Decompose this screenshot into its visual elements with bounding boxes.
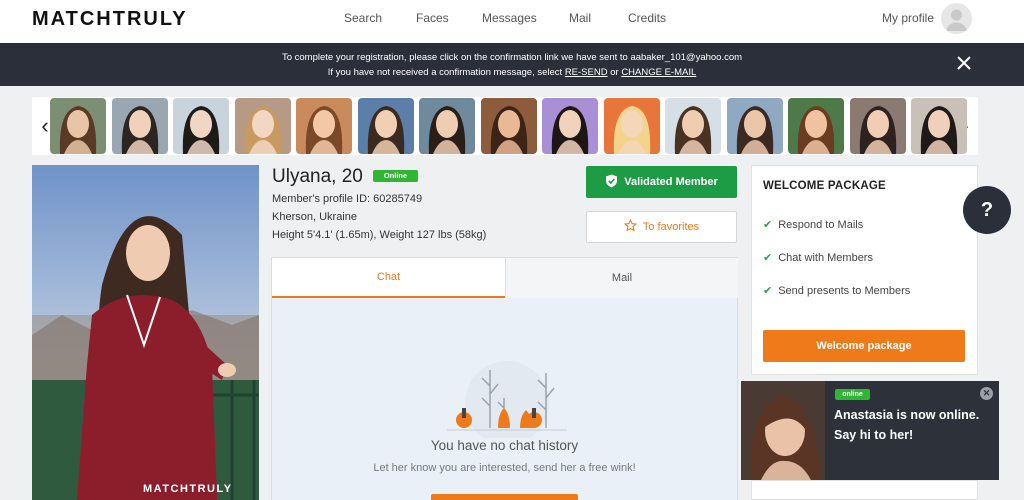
carousel-thumb[interactable] bbox=[480, 98, 537, 154]
carousel-thumb[interactable] bbox=[603, 98, 660, 154]
welcome-item: ✔ Respond to Mails bbox=[763, 218, 864, 232]
change-email-link[interactable]: CHANGE E-MAIL bbox=[621, 67, 696, 78]
welcome-item-label: Send presents to Members bbox=[778, 284, 911, 297]
empty-chat-illustration bbox=[447, 361, 567, 438]
carousel-thumb[interactable] bbox=[296, 98, 352, 154]
check-icon: ✔ bbox=[763, 252, 773, 264]
check-icon: ✔ bbox=[763, 285, 773, 297]
star-icon bbox=[623, 218, 638, 235]
tab-chat[interactable]: Chat bbox=[272, 258, 505, 298]
profile-id: Member's profile ID: 60285749 bbox=[272, 193, 423, 205]
empty-chat-subtitle: Let her know you are interested, send he… bbox=[373, 462, 636, 474]
carousel-thumb[interactable] bbox=[788, 98, 844, 154]
secondary-card bbox=[751, 480, 978, 500]
carousel-thumb[interactable] bbox=[726, 98, 783, 154]
profile-photo[interactable] bbox=[32, 165, 259, 500]
banner-line-1: To complete your registration, please cl… bbox=[281, 52, 743, 63]
conversation-tabs: Chat Mail bbox=[271, 257, 738, 298]
banner-line-2: If you have not received a confirmation … bbox=[0, 67, 1024, 78]
welcome-package-button[interactable]: Welcome package bbox=[763, 330, 965, 362]
user-avatar-icon[interactable] bbox=[941, 3, 972, 34]
resend-link[interactable]: RE-SEND bbox=[565, 67, 608, 78]
online-status-badge: Online bbox=[373, 170, 418, 182]
validated-label: Validated Member bbox=[624, 176, 718, 188]
nav-mail[interactable]: Mail bbox=[569, 11, 591, 25]
help-button[interactable]: ? bbox=[963, 186, 1011, 234]
nav-messages[interactable]: Messages bbox=[482, 11, 537, 25]
shield-check-icon bbox=[605, 174, 618, 191]
close-icon[interactable]: ✕ bbox=[980, 387, 993, 400]
tab-mail[interactable]: Mail bbox=[505, 258, 738, 298]
notification-text: Anastasia is now online. Say hi to her! bbox=[834, 408, 980, 442]
notification-online-badge: online bbox=[835, 389, 870, 400]
add-to-favorites-button[interactable]: To favorites bbox=[586, 211, 737, 243]
carousel-thumb[interactable] bbox=[234, 98, 291, 154]
welcome-title: WELCOME PACKAGE bbox=[763, 180, 886, 192]
empty-chat-title: You have no chat history bbox=[430, 438, 579, 453]
site-logo[interactable]: MATCHTRULY bbox=[32, 8, 188, 31]
welcome-item: ✔ Chat with Members bbox=[763, 251, 873, 265]
carousel-thumb[interactable] bbox=[173, 98, 229, 154]
favorites-label: To favorites bbox=[642, 221, 700, 233]
profile-measurements: Height 5'4.1' (1.65m), Weight 127 lbs (5… bbox=[272, 229, 487, 241]
carousel-thumb[interactable] bbox=[111, 98, 168, 154]
carousel-thumb[interactable] bbox=[911, 98, 967, 154]
carousel-thumb[interactable] bbox=[849, 98, 906, 154]
banner-line-2-text: If you have not received a confirmation … bbox=[327, 67, 565, 78]
registration-banner: To complete your registration, please cl… bbox=[0, 43, 1024, 86]
nav-search[interactable]: Search bbox=[344, 11, 382, 25]
photo-watermark: MATCHTRULY bbox=[143, 483, 233, 495]
welcome-item-label: Chat with Members bbox=[778, 251, 873, 264]
top-header: MATCHTRULY Search Faces Messages Mail Cr… bbox=[0, 0, 1024, 43]
welcome-item-label: Respond to Mails bbox=[778, 218, 864, 231]
my-profile-link[interactable]: My profile bbox=[882, 11, 934, 25]
nav-credits[interactable]: Credits bbox=[628, 11, 666, 25]
profile-name: Ulyana, 20 bbox=[272, 166, 363, 187]
carousel-thumb[interactable] bbox=[665, 98, 721, 154]
carousel-thumb[interactable] bbox=[542, 98, 598, 154]
validated-member-badge: Validated Member bbox=[586, 166, 737, 198]
welcome-item: ✔ Send presents to Members bbox=[763, 284, 911, 298]
notification-avatar[interactable] bbox=[741, 381, 825, 480]
banner-or-text: or bbox=[607, 67, 622, 78]
send-wink-button[interactable] bbox=[431, 494, 578, 500]
check-icon: ✔ bbox=[763, 219, 773, 231]
profile-location: Kherson, Ukraine bbox=[272, 211, 357, 223]
nav-faces[interactable]: Faces bbox=[416, 11, 449, 25]
carousel-thumb[interactable] bbox=[419, 98, 475, 154]
carousel-thumb[interactable] bbox=[50, 98, 106, 154]
close-icon[interactable] bbox=[956, 55, 972, 71]
carousel-thumb[interactable] bbox=[357, 98, 414, 154]
